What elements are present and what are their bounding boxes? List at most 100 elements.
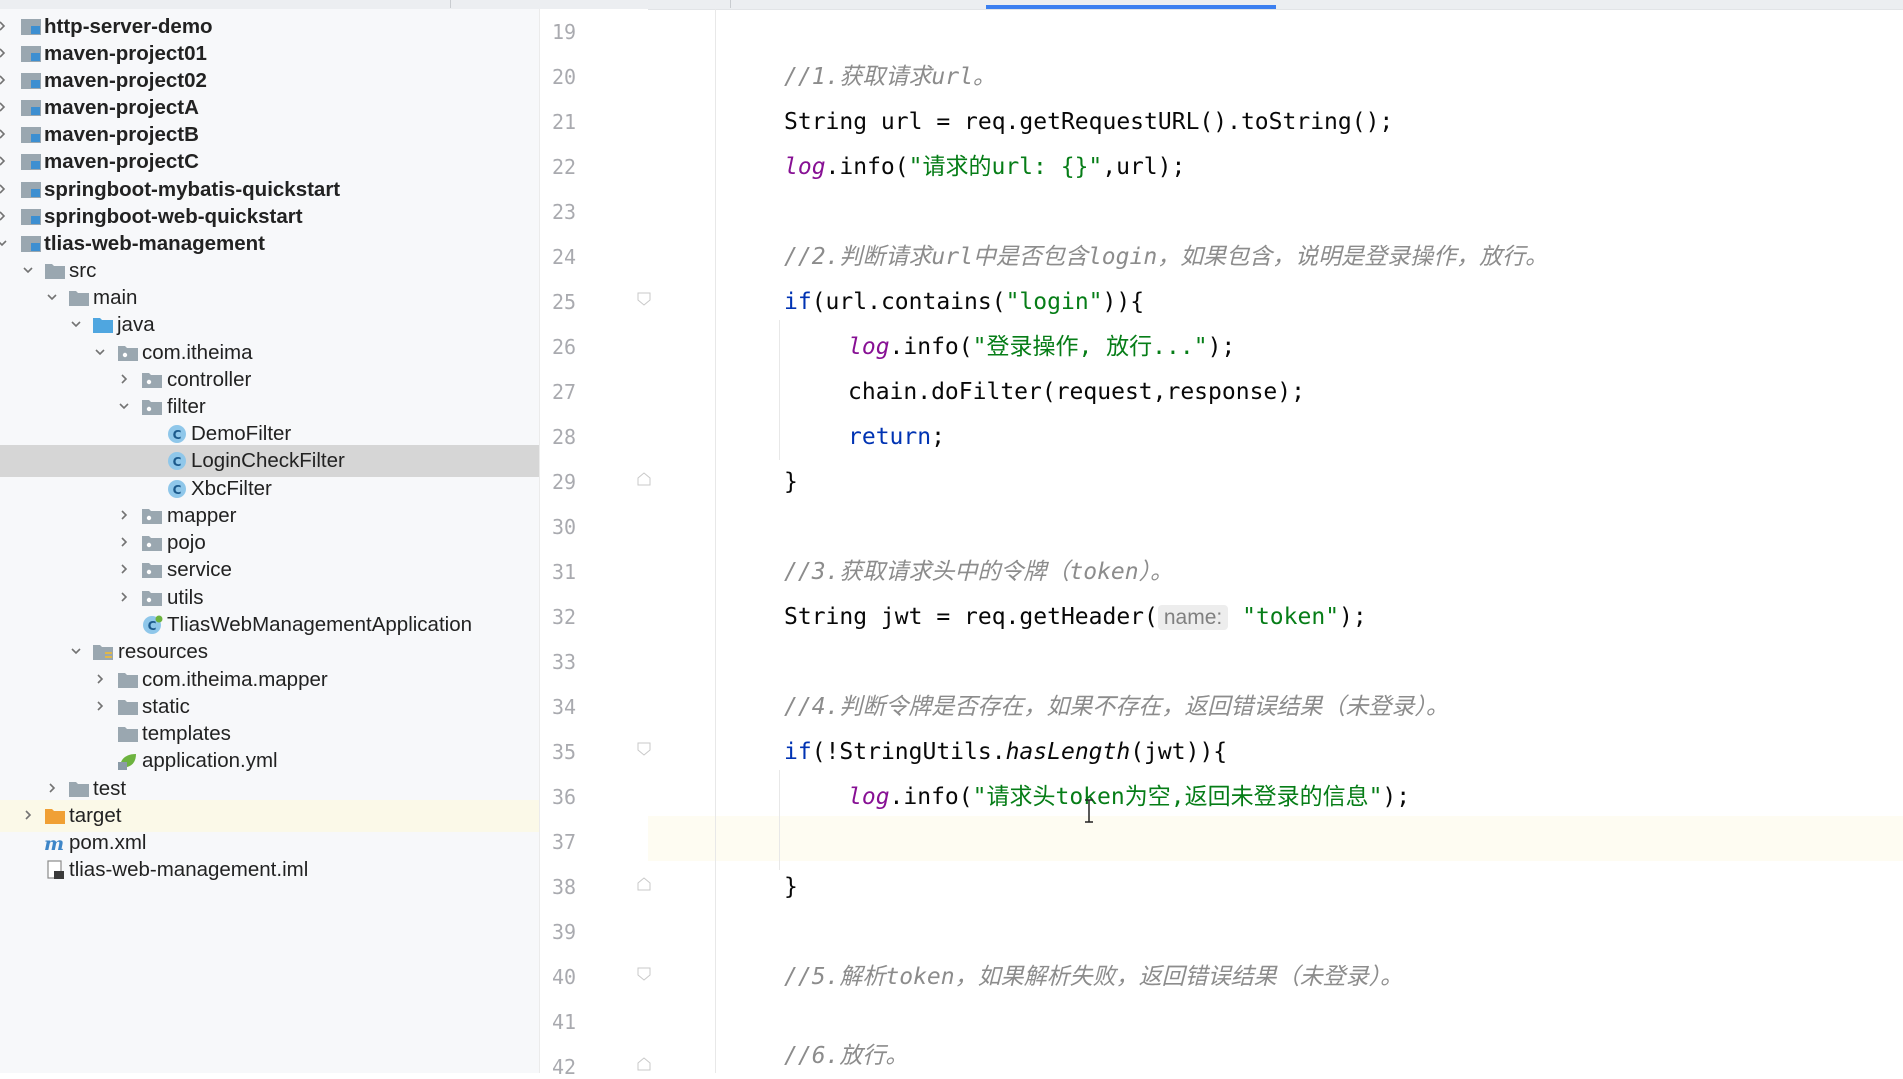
chevron-down-icon[interactable] (94, 346, 106, 358)
line-number: 36 (552, 785, 577, 809)
tree-item-label: test (93, 777, 127, 800)
line-number: 21 (552, 110, 577, 134)
fold-collapse-icon[interactable] (637, 292, 651, 306)
code-token: .info( (825, 154, 909, 180)
code-token: ); (1207, 334, 1236, 360)
code-line-24: //2.判断请求url中是否包含login，如果包含，说明是登录操作，放行。 (784, 244, 1549, 270)
tree-item-label: static (142, 695, 190, 718)
code-line-20: //1.获取请求url。 (784, 64, 996, 90)
svg-text:C: C (148, 619, 157, 633)
tree-item-label: maven-projectC (44, 150, 199, 173)
package-icon (142, 400, 162, 415)
chevron-right-icon[interactable] (118, 536, 130, 548)
code-line-34: //4.判断令牌是否存在，如果不存在，返回错误结果（未登录）。 (784, 694, 1449, 720)
module-icon (21, 154, 41, 170)
code-line-38: } (784, 874, 798, 900)
code-line-28: return; (848, 422, 945, 452)
line-number: 27 (552, 380, 577, 404)
code-token: (!StringUtils. (811, 739, 1006, 765)
line-number: 32 (552, 605, 577, 629)
line-number: 37 (552, 830, 577, 854)
chevron-right-icon[interactable] (46, 782, 58, 794)
chevron-right-icon[interactable] (0, 47, 8, 59)
chevron-right-icon[interactable] (0, 155, 8, 167)
package-icon (142, 509, 162, 524)
line-number: 24 (552, 245, 577, 269)
line-number: 42 (552, 1055, 577, 1079)
module-icon (21, 100, 41, 116)
chevron-right-icon[interactable] (118, 373, 130, 385)
fold-end-icon[interactable] (637, 472, 651, 486)
line-number: 34 (552, 695, 577, 719)
tree-item-label: com.itheima.mapper (142, 668, 328, 691)
chevron-right-icon[interactable] (0, 74, 8, 86)
chevron-right-icon[interactable] (0, 20, 8, 32)
chevron-right-icon[interactable] (94, 700, 106, 712)
code-line-40: //5.解析token，如果解析失败，返回错误结果（未登录）。 (784, 964, 1404, 990)
svg-text:C: C (173, 455, 182, 469)
chevron-right-icon[interactable] (0, 128, 8, 140)
project-tree: http-server-demo maven-project01 maven-p… (0, 9, 539, 1073)
chevron-down-icon[interactable] (46, 291, 58, 303)
chevron-right-icon[interactable] (94, 673, 106, 685)
java-class-icon: C (168, 480, 186, 498)
fold-collapse-icon[interactable] (637, 742, 651, 756)
module-icon (21, 127, 41, 143)
line-number: 28 (552, 425, 577, 449)
text-cursor-icon (1085, 799, 1093, 823)
code-line-35: if(!StringUtils.hasLength(jwt)){ (784, 737, 1227, 767)
code-line-29: } (784, 469, 798, 495)
code-line-22: log.info("请求的url: {}",url); (784, 152, 1185, 182)
code-token: ,url); (1102, 154, 1186, 180)
springboot-class-icon: C (143, 615, 163, 634)
chevron-down-icon[interactable] (0, 237, 8, 249)
string-literal: "请求头token为空,返回未登录的信息" (972, 784, 1383, 810)
line-number: 35 (552, 740, 577, 764)
chevron-right-icon[interactable] (118, 591, 130, 603)
folder-icon (118, 673, 138, 688)
tab-separator (730, 0, 731, 8)
code-token: .info( (889, 334, 973, 360)
chevron-down-icon[interactable] (118, 400, 130, 412)
tree-item-label: maven-project01 (44, 42, 207, 65)
fold-end-icon[interactable] (637, 1057, 651, 1071)
svg-text:C: C (173, 483, 182, 497)
chevron-down-icon[interactable] (70, 318, 82, 330)
fold-collapse-icon[interactable] (637, 967, 651, 981)
tree-item-iml[interactable]: tlias-web-management.iml (0, 854, 539, 886)
folder-icon (69, 782, 89, 797)
code-line-31: //3.获取请求头中的令牌（token）。 (784, 559, 1174, 585)
code-line-25: if(url.contains("login")){ (784, 287, 1144, 317)
line-number: 39 (552, 920, 577, 944)
chevron-right-icon[interactable] (0, 183, 8, 195)
tree-item-label: tlias-web-management.iml (69, 858, 309, 881)
excluded-folder-icon (45, 809, 65, 824)
string-literal: "login" (1005, 289, 1103, 315)
chevron-right-icon[interactable] (118, 563, 130, 575)
spring-yml-icon (118, 754, 136, 770)
code-line-36: log.info("请求头token为空,返回未登录的信息"); (848, 782, 1410, 812)
module-icon (21, 19, 41, 35)
chevron-right-icon[interactable] (0, 210, 8, 222)
module-icon (21, 46, 41, 62)
tree-item-label: http-server-demo (44, 15, 213, 38)
chevron-right-icon[interactable] (0, 101, 8, 113)
chevron-down-icon[interactable] (22, 264, 34, 276)
chevron-right-icon[interactable] (118, 509, 130, 521)
tree-item-label: templates (142, 722, 231, 745)
package-icon (142, 373, 162, 388)
chevron-right-icon[interactable] (22, 809, 34, 821)
line-number: 29 (552, 470, 577, 494)
tree-item-label: com.itheima (142, 341, 253, 364)
indent-guide (715, 9, 716, 1073)
folder-icon (69, 291, 89, 306)
line-number: 30 (552, 515, 577, 539)
chevron-down-icon[interactable] (70, 645, 82, 657)
code-line-27: chain.doFilter(request,response); (848, 379, 1305, 405)
line-number: 33 (552, 650, 577, 674)
fold-end-icon[interactable] (637, 877, 651, 891)
tree-item-label: pojo (167, 531, 206, 554)
code-token: String jwt = req.getHeader( (784, 604, 1158, 630)
tree-item-label: controller (167, 368, 252, 391)
java-class-icon: C (168, 452, 186, 470)
